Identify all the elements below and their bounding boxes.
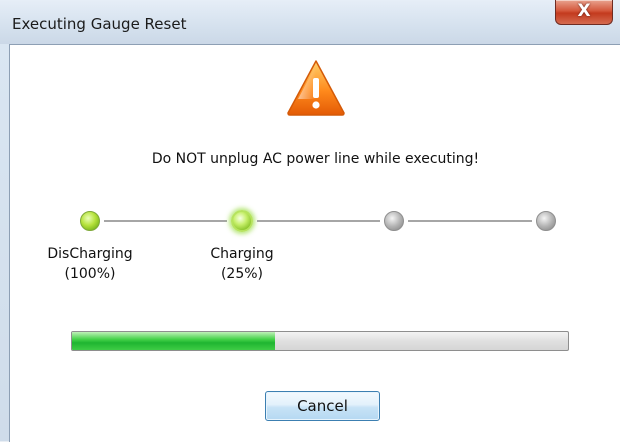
step-dot-charging: [231, 210, 253, 232]
step-connector: [408, 220, 532, 222]
step-percent: (100%): [64, 266, 116, 282]
progress-fill: [72, 332, 276, 350]
step-dot-discharging: [80, 211, 100, 231]
step-connector: [257, 220, 380, 222]
close-icon: X: [577, 1, 591, 21]
progress-bar: [71, 331, 569, 351]
step-indicator: DisCharging (100%) Charging (25%): [10, 45, 620, 442]
step-percent: (25%): [220, 266, 264, 282]
window-title: Executing Gauge Reset: [12, 15, 187, 33]
step-connector: [104, 220, 227, 222]
step-name: DisCharging: [47, 246, 133, 262]
step-label-charging: Charging (25%): [177, 244, 307, 284]
step-dot-3: [384, 211, 404, 231]
close-button[interactable]: X: [555, 0, 613, 25]
dialog-window: Executing Gauge Reset X Do NOT unplug AC…: [0, 0, 620, 442]
step-name: Charging: [210, 246, 274, 262]
step-dot-4: [536, 211, 556, 231]
step-label-discharging: DisCharging (100%): [25, 244, 155, 284]
dialog-content: Do NOT unplug AC power line while execut…: [9, 44, 620, 442]
title-bar[interactable]: Executing Gauge Reset X: [0, 0, 620, 44]
cancel-button[interactable]: Cancel: [265, 391, 380, 421]
